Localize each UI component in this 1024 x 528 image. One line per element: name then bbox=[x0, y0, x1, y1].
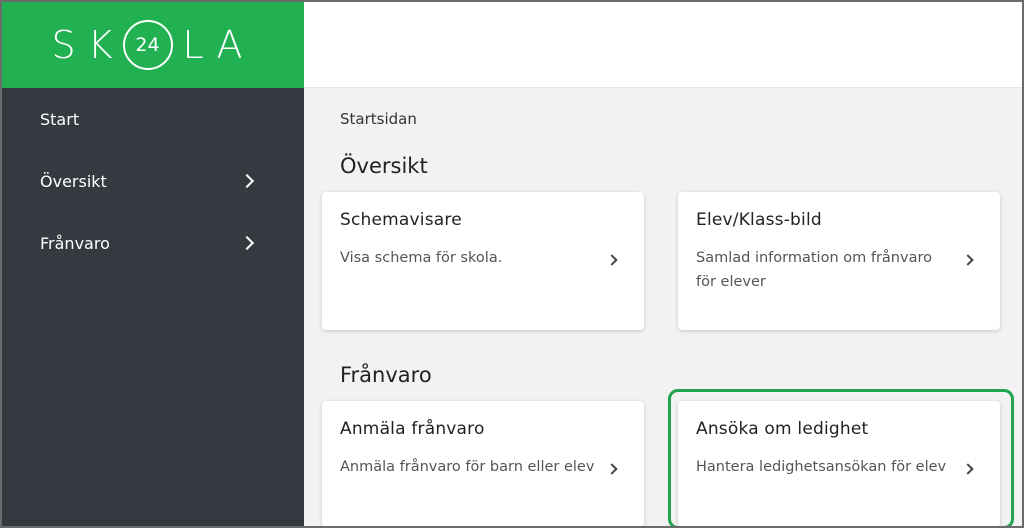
card-description: Visa schema för skola. bbox=[340, 250, 503, 266]
skola24-logo[interactable]: SK 24 LA bbox=[51, 20, 254, 70]
sidebar-item-label: Start bbox=[40, 109, 80, 129]
chevron-right-icon bbox=[606, 254, 618, 266]
main-content: Startsidan Översikt Schemavisare Visa sc… bbox=[304, 88, 1022, 526]
chevron-right-icon bbox=[239, 173, 255, 189]
sidebar-item-oversikt[interactable]: Översikt bbox=[2, 150, 304, 212]
logo-text-right: LA bbox=[182, 23, 255, 67]
logo-bar: SK 24 LA bbox=[2, 2, 304, 88]
card-schemavisare[interactable]: Schemavisare Visa schema för skola. bbox=[322, 192, 644, 330]
card-title: Elev/Klass-bild bbox=[696, 210, 822, 230]
sidebar-item-franvaro[interactable]: Frånvaro bbox=[2, 212, 304, 274]
card-title: Anmäla frånvaro bbox=[340, 419, 485, 439]
sidebar: SK 24 LA Start Översikt Frånvaro bbox=[2, 2, 304, 526]
sidebar-item-start[interactable]: Start bbox=[2, 88, 304, 150]
card-description: Hantera ledighetsansökan för elev bbox=[696, 459, 947, 475]
card-elev-klass-bild[interactable]: Elev/Klass-bild Samlad information om fr… bbox=[678, 192, 1000, 330]
breadcrumb[interactable]: Startsidan bbox=[340, 110, 417, 128]
logo-circle: 24 bbox=[122, 20, 173, 70]
chevron-right-icon bbox=[239, 235, 255, 251]
logo-number: 24 bbox=[135, 34, 160, 56]
section-title-oversikt: Översikt bbox=[340, 154, 428, 178]
section-title-franvaro: Frånvaro bbox=[340, 363, 432, 387]
chevron-right-icon bbox=[962, 463, 974, 475]
card-description: Anmäla frånvaro för barn eller elev bbox=[340, 459, 595, 475]
card-title: Schemavisare bbox=[340, 210, 462, 230]
top-header bbox=[304, 2, 1022, 88]
chevron-right-icon bbox=[962, 254, 974, 266]
card-description: Samlad information om frånvaro för eleve… bbox=[696, 250, 932, 290]
card-title: Ansöka om ledighet bbox=[696, 419, 869, 439]
sidebar-nav: Start Översikt Frånvaro bbox=[2, 88, 304, 274]
chevron-right-icon bbox=[606, 463, 618, 475]
app-frame: SK 24 LA Start Översikt Frånvaro Startsi… bbox=[0, 0, 1024, 528]
card-anmala-franvaro[interactable]: Anmäla frånvaro Anmäla frånvaro för barn… bbox=[322, 401, 644, 526]
sidebar-item-label: Översikt bbox=[40, 171, 107, 191]
card-ansoka-om-ledighet[interactable]: Ansöka om ledighet Hantera ledighetsansö… bbox=[678, 401, 1000, 526]
logo-text-left: SK bbox=[51, 23, 125, 67]
sidebar-item-label: Frånvaro bbox=[40, 233, 110, 253]
